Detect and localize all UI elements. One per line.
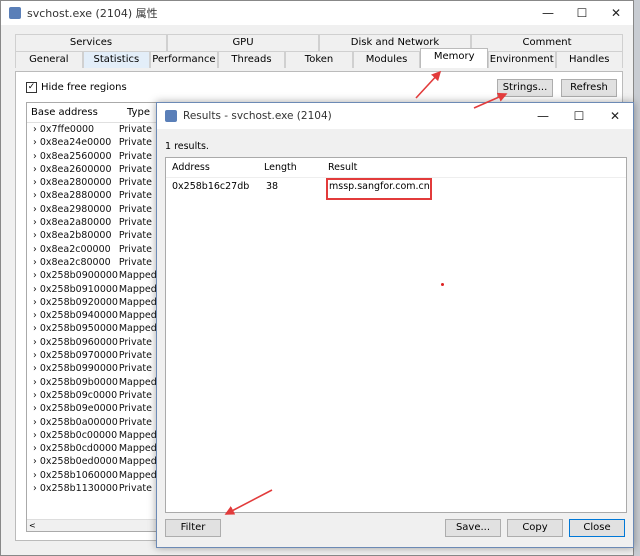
arrow-to-memory-tab [415,70,442,99]
annotation-arrows [224,70,508,515]
tab-memory[interactable]: Memory [420,48,488,68]
arrow-to-strings-button [473,92,508,109]
arrow-to-filter-button [224,489,273,515]
